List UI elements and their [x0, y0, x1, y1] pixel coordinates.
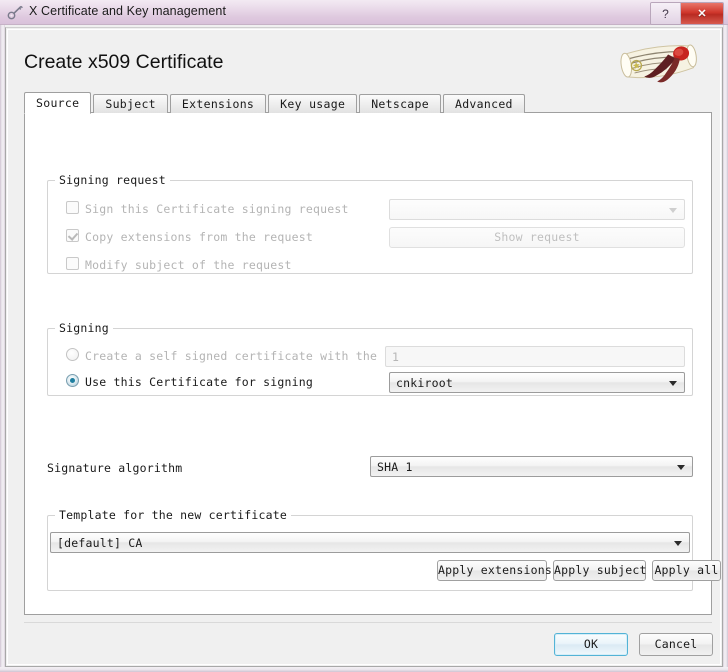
template-combo-value: [default] CA: [57, 536, 143, 550]
serial-number-field[interactable]: 1: [385, 346, 685, 367]
use-certificate-radio[interactable]: [66, 374, 79, 387]
signature-algorithm-value: SHA 1: [377, 460, 413, 474]
window-edge-right: [723, 25, 728, 672]
apply-all-button[interactable]: Apply all: [652, 560, 721, 581]
chevron-down-icon: [677, 465, 685, 470]
signature-algorithm-combo[interactable]: SHA 1: [370, 456, 693, 477]
signing-request-group-title: Signing request: [55, 173, 170, 187]
title-bar: X Certificate and Key management ? ✕: [0, 0, 728, 25]
signing-group-title: Signing: [55, 321, 113, 335]
page-title: Create x509 Certificate: [24, 51, 224, 73]
tab-extensions[interactable]: Extensions: [169, 94, 267, 113]
window-edge-bottom: [0, 667, 728, 672]
chevron-down-icon: [674, 541, 682, 546]
tab-advanced[interactable]: Advanced: [442, 94, 525, 113]
help-button[interactable]: ?: [651, 3, 681, 24]
apply-extensions-button[interactable]: Apply extensions: [437, 560, 552, 581]
close-button[interactable]: ✕: [681, 3, 723, 24]
copy-extensions-checkbox[interactable]: [66, 229, 79, 242]
signing-certificate-combo-value: cnkiroot: [396, 376, 453, 390]
copy-extensions-label: Copy extensions from the request: [85, 230, 313, 244]
tab-bar: Source Subject Extensions Key usage Nets…: [24, 92, 527, 114]
tab-key-usage[interactable]: Key usage: [268, 94, 358, 113]
template-group-title: Template for the new certificate: [55, 508, 291, 522]
template-combo[interactable]: [default] CA: [50, 532, 690, 553]
signing-request-combo[interactable]: [389, 199, 685, 220]
signing-group: Signing Create a self signed certificate…: [47, 321, 693, 396]
certificate-logo-icon: [620, 44, 697, 83]
signing-certificate-combo[interactable]: cnkiroot: [389, 372, 685, 393]
self-signed-radio[interactable]: [66, 348, 79, 361]
window-title: X Certificate and Key management: [29, 4, 227, 18]
self-signed-label: Create a self signed certificate with th…: [85, 349, 427, 363]
ok-button[interactable]: OK: [554, 633, 628, 656]
sign-request-checkbox[interactable]: [66, 201, 79, 214]
tab-panel-source: Signing request Sign this Certificate si…: [24, 112, 721, 615]
modify-subject-label: Modify subject of the request: [85, 258, 292, 272]
app-icon: [7, 5, 23, 20]
signing-request-group: Signing request Sign this Certificate si…: [47, 173, 693, 274]
tab-subject[interactable]: Subject: [93, 94, 168, 113]
template-group: Template for the new certificate [defaul…: [47, 508, 721, 591]
client-area: Create x509 Certificate Source Subject E…: [5, 27, 723, 667]
tab-netscape[interactable]: Netscape: [359, 94, 441, 113]
cancel-button[interactable]: Cancel: [639, 633, 713, 656]
show-request-button[interactable]: Show request: [389, 227, 685, 248]
client-inner: Create x509 Certificate Source Subject E…: [7, 29, 721, 665]
chevron-down-icon: [669, 381, 677, 386]
footer-divider: [24, 622, 712, 623]
window-controls: ? ✕: [650, 2, 724, 25]
use-certificate-label: Use this Certificate for signing: [85, 375, 313, 389]
apply-subject-button[interactable]: Apply subject: [553, 560, 646, 581]
sign-request-label: Sign this Certificate signing request: [85, 202, 349, 216]
tab-source[interactable]: Source: [24, 92, 92, 114]
signature-algorithm-label: Signature algorithm: [47, 461, 183, 475]
chevron-down-icon: [669, 208, 677, 213]
application-window: X Certificate and Key management ? ✕ Cre…: [0, 0, 728, 672]
modify-subject-checkbox[interactable]: [66, 257, 79, 270]
